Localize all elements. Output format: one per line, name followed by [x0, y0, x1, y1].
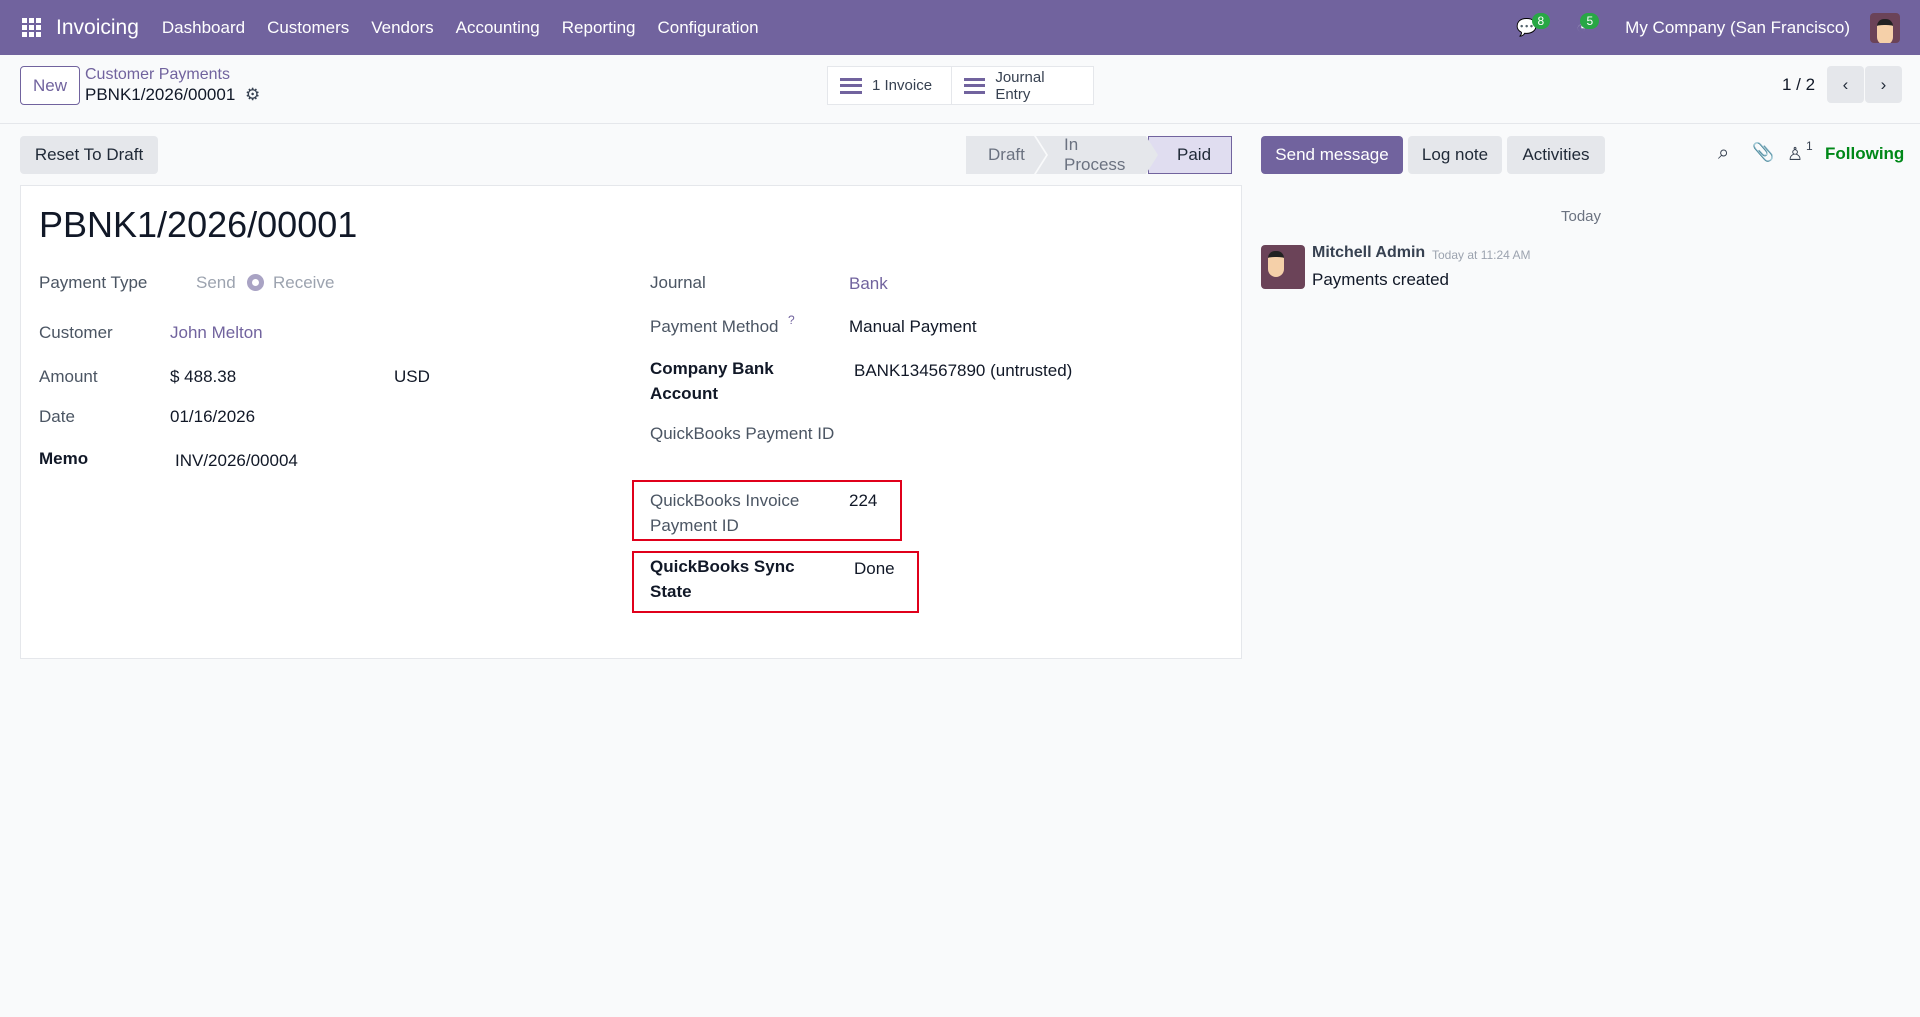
reset-to-draft-button[interactable]: Reset To Draft: [20, 136, 158, 174]
help-tooltip-icon[interactable]: ?: [788, 308, 795, 333]
status-draft[interactable]: Draft: [966, 136, 1046, 174]
app-name[interactable]: Invoicing: [56, 16, 139, 40]
journal-field[interactable]: Bank: [849, 271, 888, 296]
qb-payment-id-label: QuickBooks Payment ID: [650, 424, 835, 443]
message-time: Today at 11:24 AM: [1432, 248, 1531, 262]
payment-method-field[interactable]: Manual Payment: [849, 314, 977, 339]
followers-count: 1: [1806, 139, 1813, 153]
gear-icon[interactable]: ⚙: [245, 82, 260, 107]
user-avatar[interactable]: [1870, 12, 1900, 43]
menu-accounting[interactable]: Accounting: [456, 18, 540, 38]
send-message-button[interactable]: Send message: [1261, 136, 1403, 174]
breadcrumb-current: PBNK1/2026/00001: [85, 85, 236, 104]
journal-entry-smart-button[interactable]: Journal Entry: [951, 66, 1094, 105]
payment-method-label: Payment Method: [650, 317, 779, 336]
company-switcher[interactable]: My Company (San Francisco): [1625, 18, 1850, 38]
log-note-button[interactable]: Log note: [1408, 136, 1502, 174]
payment-type-receive[interactable]: Receive: [273, 270, 334, 295]
messages-badge: 8: [1531, 12, 1551, 29]
amount-field[interactable]: $ 488.38: [170, 364, 236, 389]
journal-label: Journal: [650, 273, 706, 292]
highlight-box: [632, 480, 902, 541]
status-bar: Draft In Process Paid: [966, 136, 1232, 174]
menu-dashboard[interactable]: Dashboard: [162, 18, 245, 38]
list-icon: [840, 77, 862, 94]
new-button[interactable]: New: [20, 66, 80, 105]
activities-button[interactable]: ◔5: [1576, 12, 1605, 38]
followers-icon[interactable]: ♙: [1787, 144, 1803, 165]
company-bank-account-label: Company Bank Account: [650, 359, 774, 403]
amount-label: Amount: [39, 367, 98, 386]
menu-vendors[interactable]: Vendors: [371, 18, 433, 38]
status-in-process[interactable]: In Process: [1036, 136, 1158, 174]
menu-customers[interactable]: Customers: [267, 18, 349, 38]
paperclip-icon[interactable]: 📎: [1752, 142, 1774, 163]
search-icon[interactable]: ⌕: [1718, 142, 1729, 165]
messages-button[interactable]: 💬8: [1516, 12, 1556, 38]
customer-field[interactable]: John Melton: [170, 320, 263, 345]
message-author[interactable]: Mitchell Admin: [1312, 244, 1425, 262]
apps-menu-icon[interactable]: [22, 17, 42, 38]
currency-field[interactable]: USD: [394, 364, 430, 389]
date-separator: Today: [1561, 208, 1602, 225]
customer-label: Customer: [39, 323, 113, 342]
pager-previous-button[interactable]: ‹: [1827, 66, 1864, 103]
payment-type-send[interactable]: Send: [196, 270, 236, 295]
radio-receive-icon[interactable]: [247, 274, 264, 291]
activities-button[interactable]: Activities: [1507, 136, 1605, 174]
payment-type-label: Payment Type: [39, 273, 148, 292]
following-button[interactable]: Following: [1825, 144, 1904, 164]
invoice-smart-button[interactable]: 1 Invoice: [827, 66, 952, 105]
invoice-smart-label: 1 Invoice: [872, 77, 933, 94]
top-navbar: Invoicing Dashboard Customers Vendors Ac…: [0, 0, 1920, 55]
highlight-box: [632, 551, 919, 613]
date-label: Date: [39, 407, 75, 426]
pager-next-button[interactable]: ›: [1865, 66, 1902, 103]
status-paid[interactable]: Paid: [1148, 136, 1232, 174]
memo-field[interactable]: INV/2026/00004: [175, 448, 298, 473]
company-bank-account-field[interactable]: BANK134567890 (untrusted): [854, 358, 1072, 383]
author-avatar: [1261, 245, 1305, 289]
message-body: Payments created: [1312, 270, 1450, 289]
record-title: PBNK1/2026/00001: [39, 204, 358, 245]
date-field[interactable]: 01/16/2026: [170, 404, 255, 429]
menu-configuration[interactable]: Configuration: [657, 18, 758, 38]
memo-label: Memo: [39, 449, 89, 468]
list-icon: [964, 77, 986, 94]
journal-entry-label: Journal Entry: [995, 68, 1045, 103]
activities-badge: 5: [1580, 12, 1600, 29]
menu-reporting[interactable]: Reporting: [562, 18, 636, 38]
pager-value: 1 / 2: [1782, 75, 1816, 94]
